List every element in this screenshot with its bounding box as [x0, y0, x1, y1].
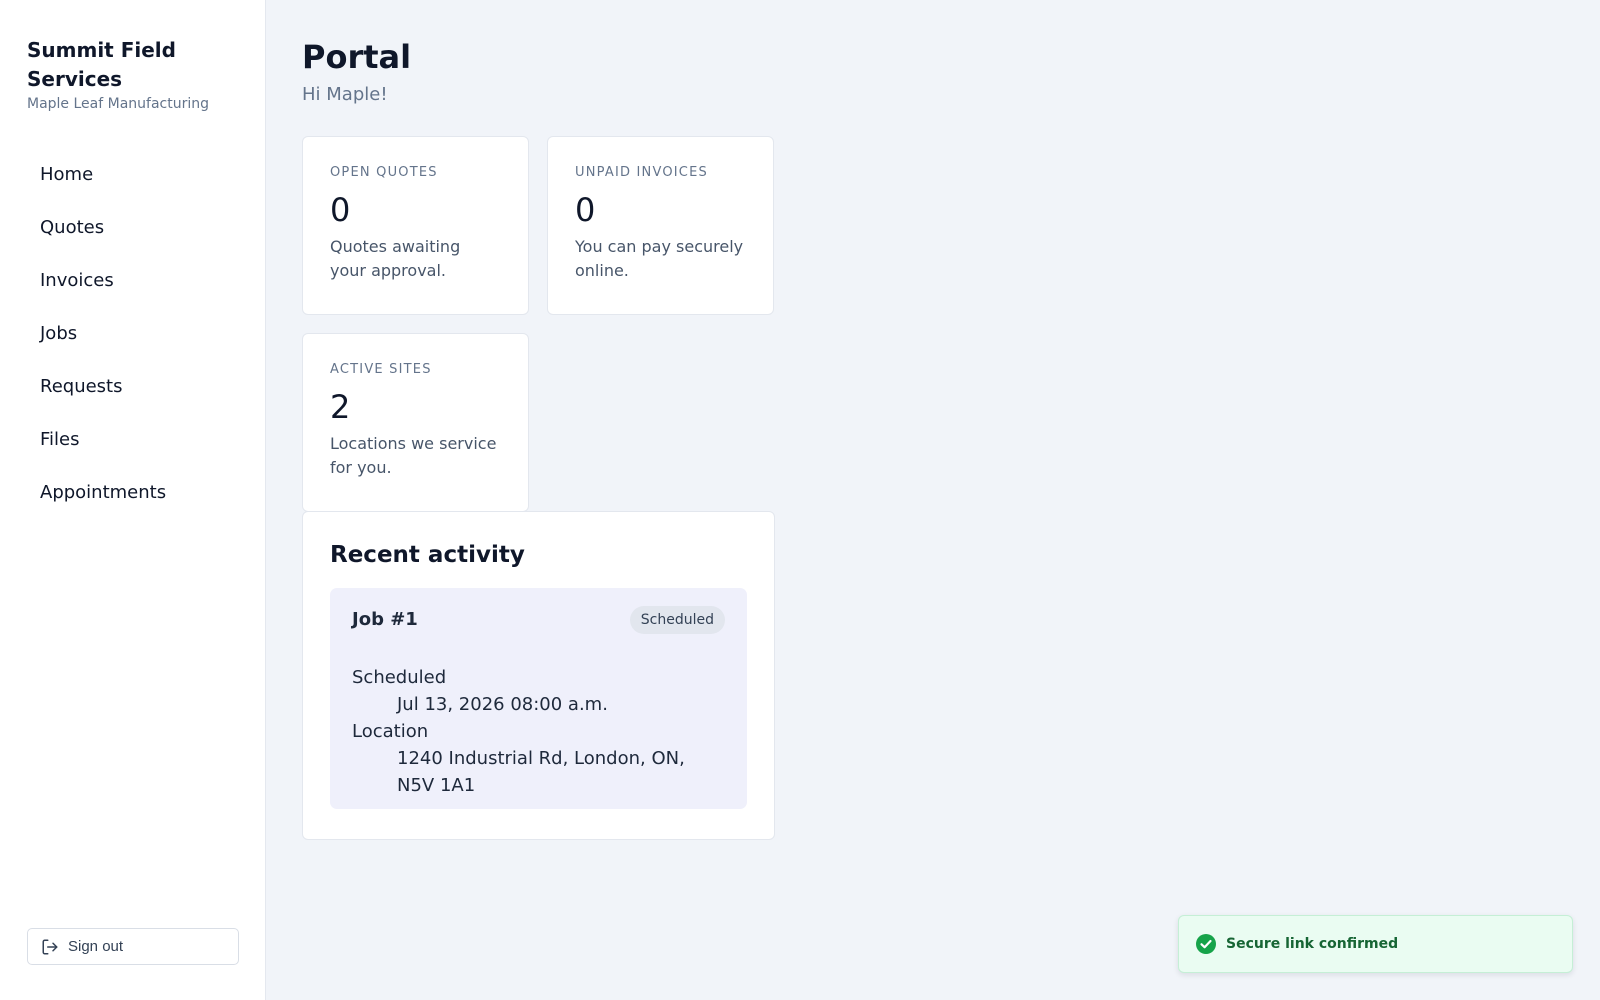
- sidebar-item-files[interactable]: Files: [27, 413, 239, 466]
- sidebar-nav: Home Quotes Invoices Jobs Requests Files…: [27, 148, 239, 519]
- stat-label: OPEN QUOTES: [330, 165, 438, 180]
- sidebar-item-requests[interactable]: Requests: [27, 360, 239, 413]
- stat-card-open-quotes: OPEN QUOTES 0 Quotes awaiting your appro…: [302, 136, 529, 315]
- stat-label: ACTIVE SITES: [330, 362, 432, 377]
- sidebar-item-invoices[interactable]: Invoices: [27, 254, 239, 307]
- stat-value: 2: [330, 388, 351, 426]
- location-label: Location: [352, 721, 429, 742]
- stat-value: 0: [575, 191, 596, 229]
- stat-description: Quotes awaiting your approval.: [330, 237, 461, 280]
- job-details: Scheduled Jul 13, 2026 08:00 a.m. Locati…: [352, 664, 725, 799]
- stat-card-active-sites: ACTIVE SITES 2 Locations we service for …: [302, 333, 529, 512]
- recent-activity-title: Recent activity: [330, 542, 525, 568]
- stat-value: 0: [330, 191, 351, 229]
- page-title: Portal: [302, 38, 412, 76]
- sidebar: Summit Field Services Maple Leaf Manufac…: [0, 0, 266, 1000]
- greeting: Hi Maple!: [302, 84, 388, 105]
- toast-notification: Secure link confirmed: [1178, 915, 1573, 973]
- sidebar-item-jobs[interactable]: Jobs: [27, 307, 239, 360]
- location-value: 1240 Industrial Rd, London, ON, N5V 1A1: [397, 748, 685, 796]
- scheduled-value: Jul 13, 2026 08:00 a.m.: [397, 694, 608, 715]
- stat-description: You can pay securely online.: [575, 237, 744, 280]
- stat-card-unpaid-invoices: UNPAID INVOICES 0 You can pay securely o…: [547, 136, 774, 315]
- brand-name: Summit Field Services: [27, 38, 176, 91]
- sign-out-icon: [42, 939, 58, 954]
- stat-description: Locations we service for you.: [330, 434, 497, 477]
- sidebar-item-appointments[interactable]: Appointments: [27, 466, 239, 519]
- sidebar-item-quotes[interactable]: Quotes: [27, 201, 239, 254]
- status-badge: Scheduled: [629, 606, 725, 634]
- sign-out-button[interactable]: Sign out: [27, 928, 239, 965]
- scheduled-label: Scheduled: [352, 667, 447, 688]
- brand-organization: Maple Leaf Manufacturing: [27, 96, 209, 112]
- recent-activity-panel: Recent activity Job #1 Scheduled Schedul…: [302, 511, 775, 840]
- toast-message: Secure link confirmed: [1226, 936, 1399, 952]
- sign-out-label: Sign out: [68, 938, 124, 955]
- check-circle-icon: [1196, 934, 1216, 954]
- activity-item-job[interactable]: Job #1 Scheduled Scheduled Jul 13, 2026 …: [330, 588, 747, 809]
- sidebar-item-home[interactable]: Home: [27, 148, 239, 201]
- stat-label: UNPAID INVOICES: [575, 165, 708, 180]
